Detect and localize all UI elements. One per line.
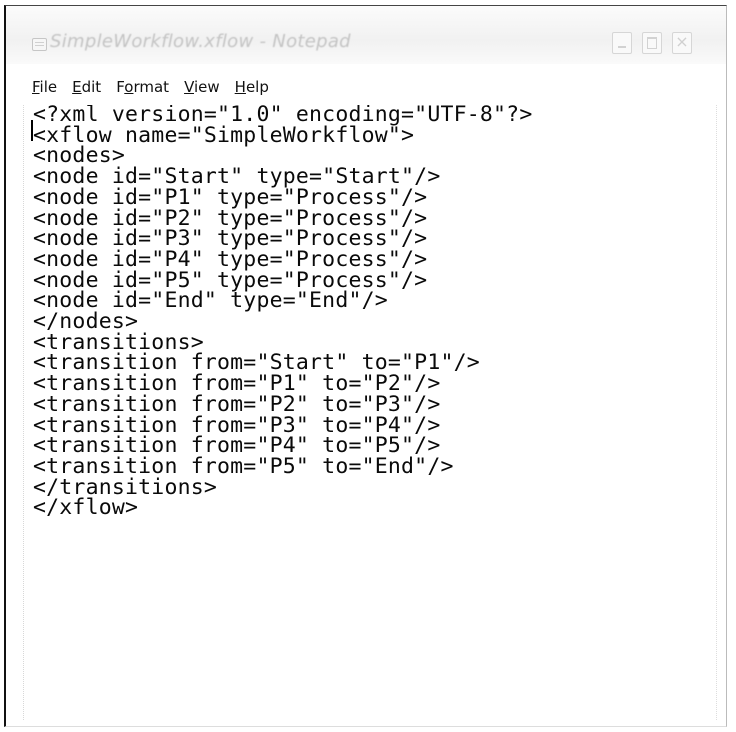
- menu-help-accelerator: H: [234, 78, 246, 96]
- notepad-icon[interactable]: [32, 38, 47, 51]
- menu-view-label: iew: [194, 78, 220, 96]
- vertical-scrollbar[interactable]: [716, 105, 726, 720]
- menu-file-accelerator: F: [32, 78, 40, 96]
- maximize-button[interactable]: [642, 32, 662, 54]
- text-editor[interactable]: <?xml version="1.0" encoding="UTF-8"?> <…: [23, 105, 724, 720]
- minimize-button[interactable]: [612, 32, 632, 54]
- menu-file[interactable]: File: [32, 78, 57, 96]
- menu-edit[interactable]: Edit: [72, 78, 101, 96]
- menu-file-label: ile: [39, 78, 58, 96]
- text-line-xflow-close: </xflow>: [33, 495, 139, 521]
- menu-view[interactable]: View: [184, 78, 220, 96]
- menu-edit-label: dit: [81, 78, 102, 96]
- title-bar[interactable]: SimpleWorkflow.xflow - Notepad: [6, 6, 726, 64]
- text-caret: [31, 120, 33, 141]
- menu-format-label: rmat: [133, 78, 170, 96]
- menu-help[interactable]: Help: [235, 78, 269, 96]
- menu-view-accelerator: V: [184, 78, 194, 96]
- menu-bar: File Edit Format View Help: [6, 75, 284, 99]
- menu-edit-accelerator: E: [72, 78, 82, 96]
- menu-format[interactable]: Format: [116, 78, 169, 96]
- close-button[interactable]: [672, 32, 692, 54]
- text-line-xflow-open: <xflow name="SimpleWorkflow">: [33, 122, 415, 148]
- notepad-window: SimpleWorkflow.xflow - Notepad File Edit…: [4, 5, 727, 727]
- menu-help-label: elp: [245, 78, 269, 96]
- window-title: SimpleWorkflow.xflow - Notepad: [50, 31, 351, 52]
